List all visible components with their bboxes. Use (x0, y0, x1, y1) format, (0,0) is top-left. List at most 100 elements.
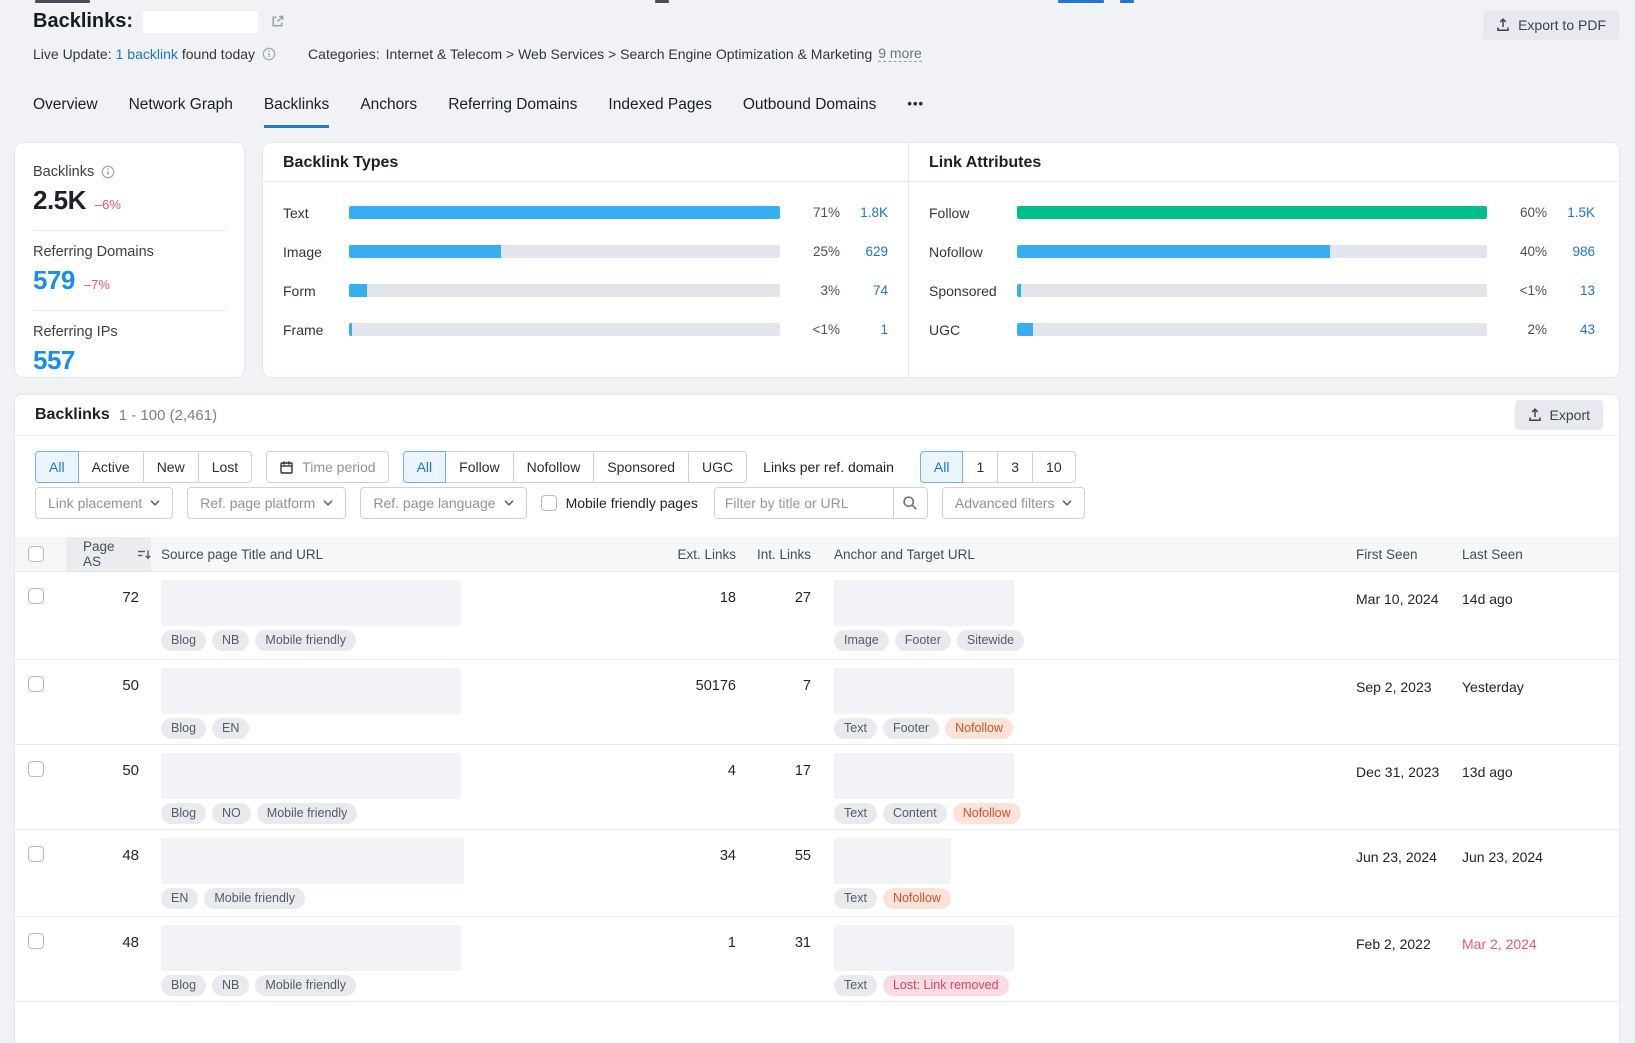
tab-backlinks[interactable]: Backlinks (264, 96, 329, 128)
title-url-filter-input[interactable] (715, 488, 893, 518)
source-page-redacted-link[interactable] (161, 753, 461, 799)
tag-sitewide: Sitewide (957, 630, 1024, 651)
chart-count-link[interactable]: 1.5K (1555, 205, 1595, 220)
chart-category-label: Form (283, 283, 349, 299)
anchor-tags: TextFooterNofollow (834, 718, 1013, 739)
ref-page-language-dropdown[interactable]: Ref. page language (360, 487, 526, 519)
tab-referring-domains[interactable]: Referring Domains (448, 96, 577, 128)
tab-anchors[interactable]: Anchors (360, 96, 417, 128)
anchor-redacted-link[interactable] (834, 838, 951, 884)
chart-bar-fill (1017, 284, 1021, 297)
chart-count-link[interactable]: 13 (1555, 283, 1595, 298)
tab-indexed-pages[interactable]: Indexed Pages (608, 96, 711, 128)
attribute-filter-option-ugc[interactable]: UGC (688, 451, 747, 483)
search-button[interactable] (893, 487, 927, 519)
categories-path: Internet & Telecom > Web Services > Sear… (386, 46, 873, 62)
chart-count-link[interactable]: 629 (848, 244, 888, 259)
tabs-more-icon[interactable]: ••• (907, 96, 924, 128)
table-card-header: Backlinks 1 - 100 (2,461) Export (15, 395, 1619, 436)
source-page-redacted-link[interactable] (161, 668, 461, 714)
status-filter-option-active[interactable]: Active (78, 451, 144, 483)
advanced-filters-dropdown[interactable]: Advanced filters (942, 487, 1086, 519)
tag-nofollow: Nofollow (945, 718, 1013, 739)
backlinks-table-card: Backlinks 1 - 100 (2,461) Export AllActi… (14, 394, 1620, 1043)
page-as-value: 72 (66, 589, 139, 606)
ref-page-platform-dropdown[interactable]: Ref. page platform (187, 487, 346, 519)
links-per-domain-option-10[interactable]: 10 (1032, 451, 1076, 483)
link-placement-dropdown[interactable]: Link placement (35, 487, 173, 519)
row-checkbox[interactable] (28, 676, 44, 692)
page-as-label: Page AS (83, 539, 130, 569)
mobile-friendly-pages-label: Mobile friendly pages (566, 495, 698, 511)
tab-outbound-domains[interactable]: Outbound Domains (743, 96, 877, 128)
export-icon (1528, 408, 1542, 422)
info-icon[interactable] (262, 47, 276, 61)
status-filter-option-lost[interactable]: Lost (198, 451, 252, 483)
status-filter-option-new[interactable]: New (143, 451, 199, 483)
links-per-domain-option-all[interactable]: All (920, 451, 964, 483)
row-checkbox[interactable] (28, 761, 44, 777)
chart-count-link[interactable]: 43 (1555, 322, 1595, 337)
mobile-friendly-pages-checkbox[interactable] (541, 495, 557, 511)
attribute-filter-option-nofollow[interactable]: Nofollow (513, 451, 595, 483)
anchor-redacted-link[interactable] (834, 668, 1014, 714)
links-per-domain-option-1[interactable]: 1 (962, 451, 998, 483)
stat-label: Referring IPs (33, 324, 118, 340)
select-all-checkbox[interactable] (28, 537, 44, 571)
status-filter-option-all[interactable]: All (35, 451, 79, 483)
links-per-domain-option-3[interactable]: 3 (997, 451, 1033, 483)
stat-value[interactable]: 557 (33, 345, 75, 376)
attribute-filter-option-follow[interactable]: Follow (445, 451, 513, 483)
filters-row-1: AllActiveNewLostTime periodAllFollowNofo… (35, 451, 1090, 483)
chart-bar-track (349, 206, 780, 219)
anchor-redacted-link[interactable] (834, 580, 1014, 626)
column-header-page-as[interactable]: Page AS (66, 537, 151, 571)
select-all-checkbox-box[interactable] (28, 546, 44, 562)
chart-count-link[interactable]: 986 (1555, 244, 1595, 259)
time-period-button[interactable]: Time period (266, 451, 388, 483)
chart-count-link[interactable]: 74 (848, 283, 888, 298)
tab-overview[interactable]: Overview (33, 96, 98, 128)
stat-value[interactable]: 579 (33, 265, 75, 296)
link-attributes-panel: Link Attributes Follow60%1.5KNofollow40%… (908, 143, 1619, 377)
categories-more-link[interactable]: 9 more (878, 45, 922, 62)
chart-percent-label: <1% (794, 322, 840, 337)
anchor-redacted-link[interactable] (834, 925, 1014, 971)
chart-category-label: Sponsored (929, 283, 1017, 299)
row-checkbox[interactable] (28, 846, 44, 862)
chart-row-sponsored: Sponsored<1%13 (929, 271, 1595, 310)
export-to-pdf-button[interactable]: Export to PDF (1483, 10, 1619, 40)
anchor-tags: ImageFooterSitewide (834, 630, 1024, 651)
last-seen-value: Yesterday (1462, 679, 1524, 695)
column-header-anchor-target-url: Anchor and Target URL (834, 537, 975, 571)
anchor-tags: TextLost: Link removed (834, 975, 1009, 996)
page-as-value: 50 (66, 762, 139, 779)
stat-referring-domains: Referring Domains579–7% (33, 231, 226, 311)
info-icon[interactable] (101, 165, 115, 179)
chart-bar-fill (349, 323, 352, 336)
source-page-redacted-link[interactable] (161, 925, 461, 971)
chevron-down-icon (150, 500, 160, 506)
live-update-link[interactable]: 1 backlink (116, 46, 178, 62)
export-button[interactable]: Export (1515, 400, 1603, 430)
row-checkbox[interactable] (28, 588, 44, 604)
export-label: Export (1550, 407, 1590, 423)
ext-links-value: 1 (615, 935, 736, 951)
external-link-icon[interactable] (270, 14, 285, 29)
page-as-value: 50 (66, 677, 139, 694)
row-checkbox[interactable] (28, 933, 44, 949)
tag-content: Content (883, 803, 947, 824)
attribute-filter-option-all[interactable]: All (403, 451, 447, 483)
tab-network-graph[interactable]: Network Graph (129, 96, 233, 128)
chart-count-link[interactable]: 1.8K (848, 205, 888, 220)
attribute-filter-option-sponsored[interactable]: Sponsored (593, 451, 689, 483)
sort-icon (137, 549, 151, 560)
source-page-redacted-link[interactable] (161, 580, 461, 626)
anchor-redacted-link[interactable] (834, 753, 1014, 799)
source-page-redacted-link[interactable] (161, 838, 464, 884)
table-row: 72BlogNBMobile friendly1827ImageFooterSi… (15, 572, 1619, 660)
page-title: Backlinks: (33, 10, 133, 33)
chart-count-link[interactable]: 1 (848, 322, 888, 337)
attribute-filter-segmented-control: AllFollowNofollowSponsoredUGC (403, 451, 748, 483)
chart-category-label: Nofollow (929, 244, 1017, 260)
